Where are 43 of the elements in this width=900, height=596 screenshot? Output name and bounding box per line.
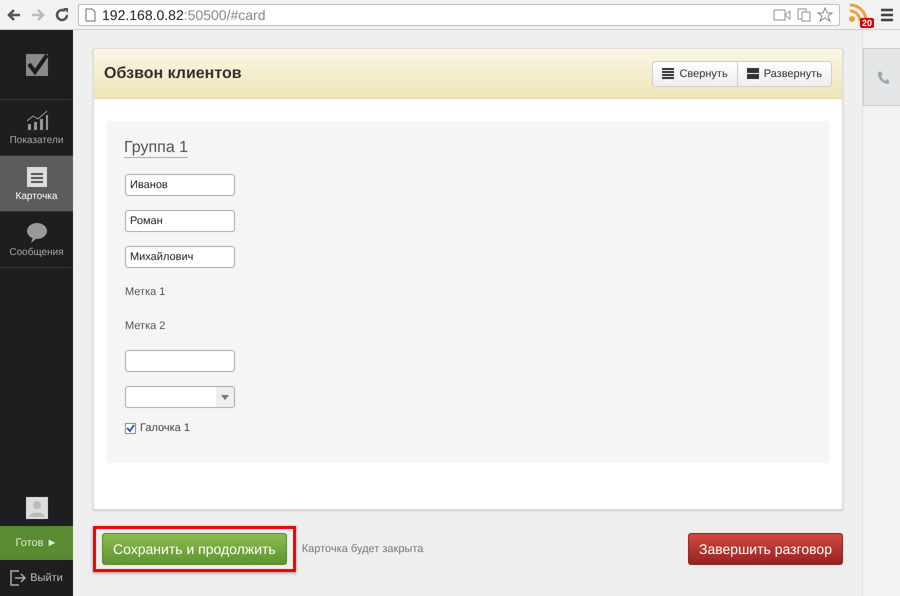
field-label: Метка 2 [125, 319, 166, 334]
checkbox[interactable] [125, 422, 136, 434]
header-button[interactable]: Развернуть [736, 62, 831, 86]
exit-icon [10, 570, 26, 586]
finish-button[interactable]: Завершить разговор [688, 533, 843, 565]
menu-icon[interactable] [880, 8, 894, 22]
page-icon [85, 8, 96, 22]
caret-icon [221, 394, 229, 400]
card-title: Обзвон клиентов [104, 64, 243, 82]
sidebar-item[interactable]: Сообщения [0, 212, 73, 268]
copy-icon[interactable] [797, 8, 811, 22]
input-field[interactable]: Иванов [125, 174, 235, 196]
avatar-icon [26, 497, 48, 519]
input-field[interactable]: Михайлович [125, 246, 235, 268]
forward-icon[interactable] [30, 6, 46, 22]
block-icon [746, 68, 759, 79]
url-host: 192.168.0.82 [102, 6, 184, 22]
dropdown[interactable] [125, 386, 235, 408]
phone-icon [876, 70, 888, 84]
speech-bubble-icon [26, 222, 48, 244]
header-button[interactable]: Свернуть [653, 62, 737, 86]
bar-chart-icon [26, 110, 48, 132]
input-field[interactable] [125, 350, 235, 372]
reload-icon[interactable] [54, 6, 70, 22]
field-label: Метка 1 [125, 285, 166, 300]
logout-button[interactable]: Выйти [0, 560, 73, 596]
star-icon[interactable] [817, 6, 833, 22]
camera-icon[interactable] [773, 8, 791, 20]
address-bar[interactable]: 192.168.0.82:50500/#card [78, 4, 840, 26]
list-card-icon [26, 166, 48, 188]
rss-badge[interactable]: 20 [848, 2, 872, 26]
sidebar-item[interactable]: Карточка [0, 156, 73, 212]
url-path: :50500/#card [184, 6, 266, 22]
check-icon [126, 424, 135, 432]
note-text: Карточка будет закрыта [302, 543, 424, 555]
logo-icon [26, 54, 48, 76]
lines-icon [662, 68, 674, 79]
input-field[interactable]: Роман [125, 210, 235, 232]
group-title: Группа 1 [124, 139, 188, 158]
checkbox-label: Галочка 1 [140, 422, 190, 434]
count-badge: 20 [860, 18, 874, 28]
back-icon[interactable] [6, 6, 22, 22]
phone-tab[interactable] [863, 48, 900, 106]
